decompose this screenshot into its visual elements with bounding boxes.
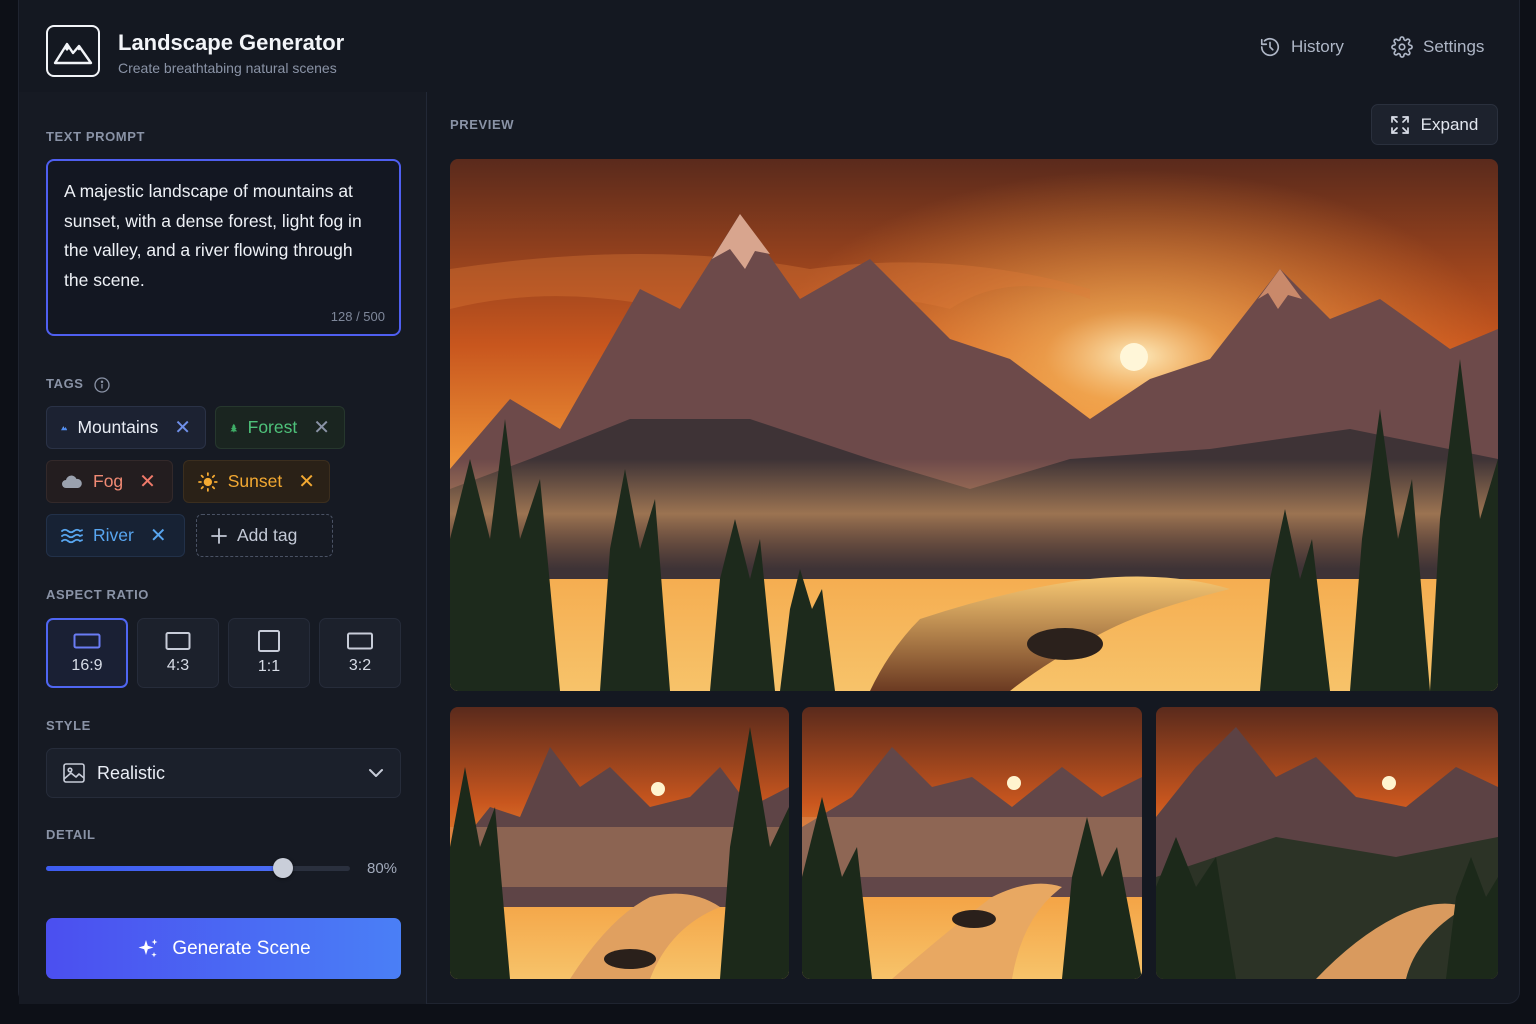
- ratio-label: 4:3: [166, 657, 190, 674]
- thumbnail-variation-3[interactable]: [1156, 707, 1498, 979]
- controls-sidebar: TEXT PROMPT A majestic landscape of moun…: [19, 92, 427, 1004]
- expand-label: Expand: [1420, 114, 1479, 134]
- style-select[interactable]: Realistic: [46, 748, 401, 798]
- info-icon[interactable]: [94, 376, 110, 393]
- app-title: Landscape Generator: [118, 30, 345, 55]
- style-section-label: STYLE: [46, 718, 91, 733]
- image-icon: [63, 763, 85, 783]
- sun-icon: [198, 471, 218, 492]
- chevron-down-icon: [369, 769, 383, 777]
- remove-tag-icon[interactable]: ✕: [174, 418, 191, 438]
- prompt-text: A majestic landscape of mountains at sun…: [64, 181, 362, 290]
- slider-thumb[interactable]: [273, 858, 293, 878]
- tag-label: Mountains: [77, 417, 159, 437]
- tag-forest[interactable]: Forest ✕: [215, 406, 345, 449]
- tags-label: TAGS: [46, 376, 84, 391]
- tag-label: River: [93, 525, 134, 545]
- tag-label: Sunset: [227, 471, 283, 491]
- aspect-ratio-4-3[interactable]: 4:3: [137, 618, 219, 688]
- app-subtitle: Create breathtabing natural scenes: [118, 60, 337, 76]
- detail-slider[interactable]: [46, 858, 350, 878]
- preview-section-label: PREVIEW: [450, 117, 515, 132]
- plus-icon: [211, 527, 227, 544]
- ratio-3-2-icon: [347, 632, 373, 650]
- detail-section-label: DETAIL: [46, 827, 96, 842]
- history-button[interactable]: History: [1259, 36, 1344, 58]
- settings-button[interactable]: Settings: [1391, 36, 1484, 58]
- app-header: Landscape Generator Create breathtabing …: [19, 0, 1519, 92]
- detail-value: 80%: [367, 860, 398, 877]
- tag-fog[interactable]: Fog ✕: [46, 460, 173, 503]
- waves-icon: [61, 528, 83, 543]
- ratio-1-1-icon: [258, 630, 280, 652]
- slider-fill: [46, 866, 283, 871]
- remove-tag-icon[interactable]: ✕: [139, 472, 156, 492]
- mountain-logo-icon: [46, 25, 100, 77]
- tags-section-label: TAGS: [46, 376, 110, 393]
- ratio-label: 16:9: [71, 657, 103, 674]
- gear-icon: [1391, 36, 1413, 58]
- settings-label: Settings: [1423, 37, 1485, 56]
- prompt-section-label: TEXT PROMPT: [46, 129, 146, 144]
- sparkles-icon: [138, 938, 158, 957]
- tag-mountains[interactable]: Mountains ✕: [46, 406, 206, 449]
- remove-tag-icon[interactable]: ✕: [298, 472, 315, 492]
- tag-sunset[interactable]: Sunset ✕: [183, 460, 330, 503]
- aspect-ratio-1-1[interactable]: 1:1: [228, 618, 310, 688]
- add-tag-label: Add tag: [237, 525, 298, 545]
- add-tag-button[interactable]: Add tag: [196, 514, 333, 557]
- tag-label: Forest: [247, 417, 298, 437]
- tag-river[interactable]: River ✕: [46, 514, 185, 557]
- ratio-label: 3:2: [348, 657, 372, 674]
- remove-tag-icon[interactable]: ✕: [150, 526, 167, 546]
- app-window: Landscape Generator Create breathtabing …: [18, 0, 1520, 1004]
- aspect-ratio-section-label: ASPECT RATIO: [46, 587, 150, 602]
- expand-button[interactable]: Expand: [1371, 104, 1498, 145]
- remove-tag-icon[interactable]: ✕: [313, 418, 330, 438]
- aspect-ratio-16-9[interactable]: 16:9: [46, 618, 128, 688]
- history-label: History: [1291, 37, 1344, 56]
- style-value: Realistic: [97, 762, 166, 783]
- mountain-icon: [61, 425, 68, 430]
- ratio-4-3-icon: [165, 632, 191, 650]
- prompt-char-counter: 128 / 500: [330, 309, 385, 324]
- aspect-ratio-3-2[interactable]: 3:2: [319, 618, 401, 688]
- tag-label: Fog: [93, 471, 124, 491]
- cloud-icon: [62, 475, 82, 488]
- ratio-16-9-icon: [73, 633, 101, 649]
- thumbnail-variation-1[interactable]: [450, 707, 789, 979]
- generate-scene-button[interactable]: Generate Scene: [46, 918, 401, 979]
- main-preview-image[interactable]: [450, 159, 1498, 691]
- expand-icon: [1390, 115, 1409, 134]
- ratio-label: 1:1: [257, 658, 281, 675]
- history-icon: [1260, 38, 1280, 57]
- thumbnail-variation-2[interactable]: [802, 707, 1142, 979]
- generate-label: Generate Scene: [172, 937, 311, 959]
- tree-icon: [230, 423, 238, 432]
- prompt-textarea[interactable]: A majestic landscape of mountains at sun…: [46, 159, 401, 336]
